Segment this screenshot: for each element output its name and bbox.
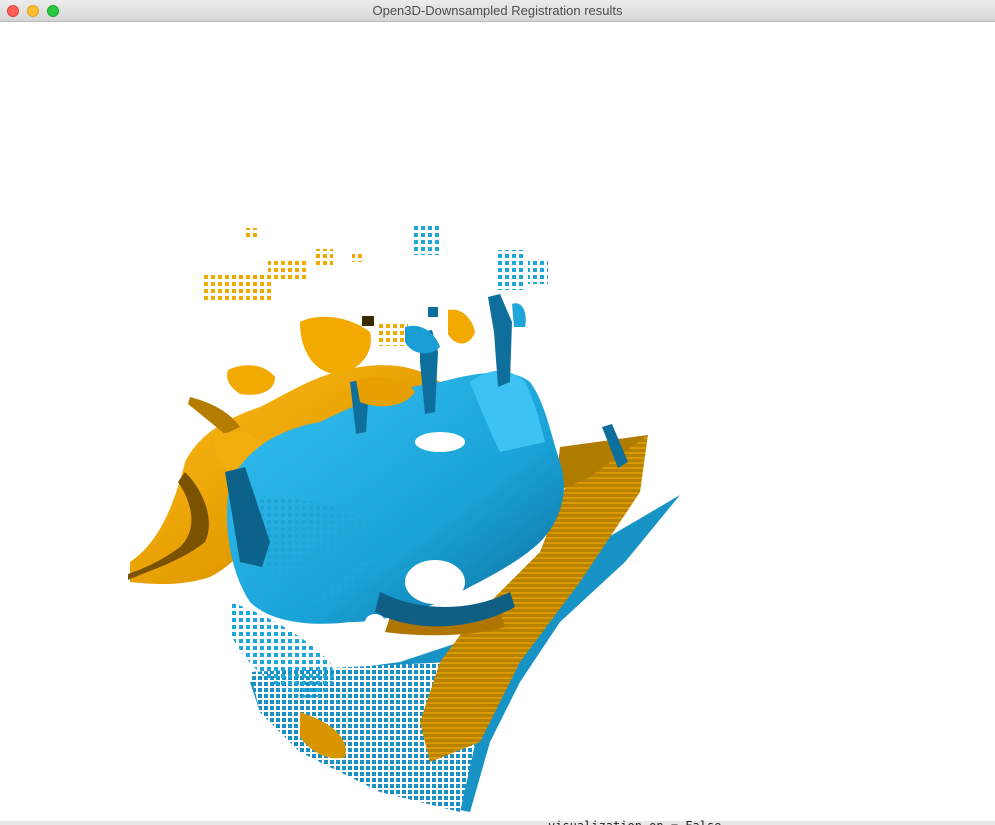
point-cloud-render (128, 225, 680, 812)
source-scattered-points (405, 225, 548, 354)
window-title: Open3D-Downsampled Registration results (372, 3, 623, 18)
title-bar[interactable]: Open3D-Downsampled Registration results (0, 0, 995, 22)
window-bottom-edge (0, 821, 995, 825)
background-code-snippet: visualization_on = False (548, 820, 721, 825)
3d-viewport[interactable] (0, 22, 995, 821)
open3d-window: Open3D-Downsampled Registration results (0, 0, 995, 825)
